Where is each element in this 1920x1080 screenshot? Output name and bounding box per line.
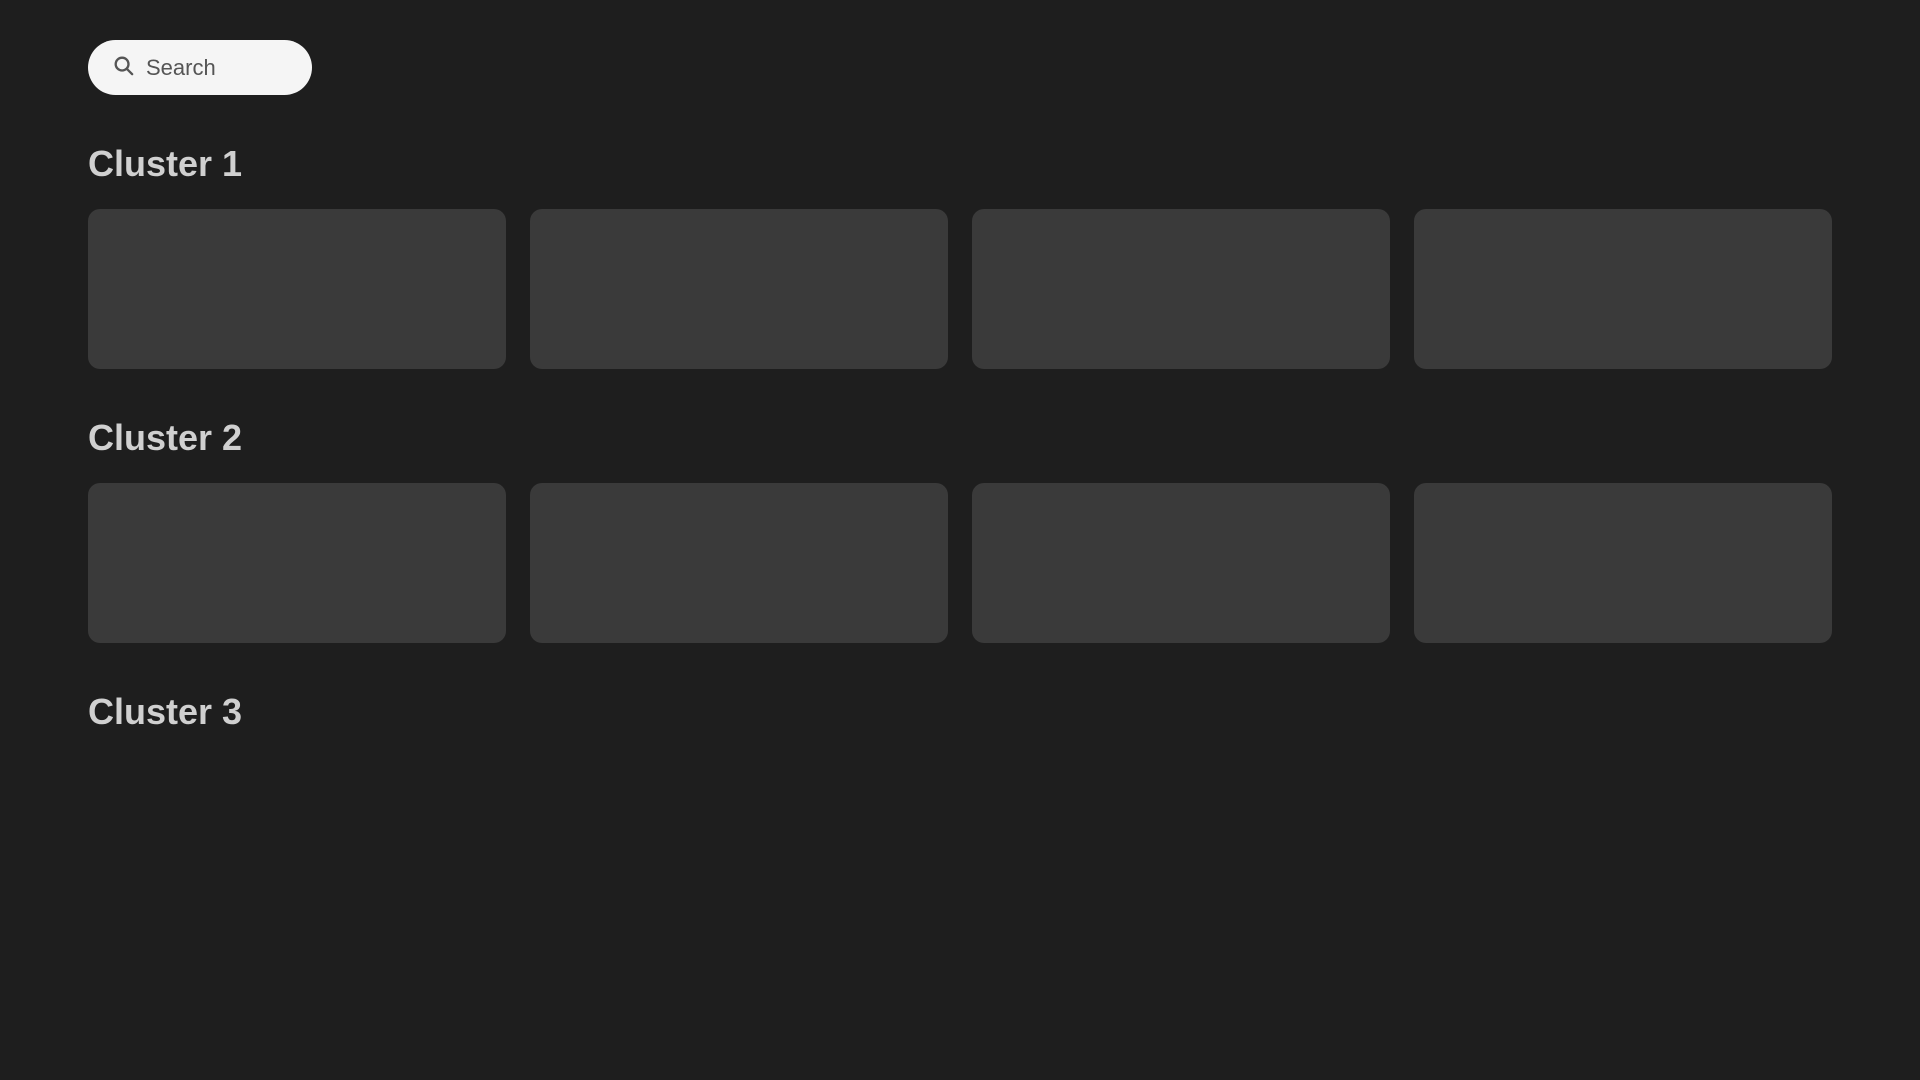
cluster-2-card-1[interactable] [88, 483, 506, 643]
cluster-1-card-3[interactable] [972, 209, 1390, 369]
cluster-section-2: Cluster 2 [88, 417, 1832, 643]
search-icon [112, 54, 134, 81]
cluster-1-title: Cluster 1 [88, 143, 1832, 185]
search-bar[interactable]: Search [88, 40, 312, 95]
cluster-section-3: Cluster 3 [88, 691, 1832, 733]
cluster-3-title: Cluster 3 [88, 691, 1832, 733]
cluster-section-1: Cluster 1 [88, 143, 1832, 369]
cluster-1-grid [88, 209, 1832, 369]
cluster-2-title: Cluster 2 [88, 417, 1832, 459]
cluster-2-card-2[interactable] [530, 483, 948, 643]
cluster-1-card-2[interactable] [530, 209, 948, 369]
cluster-2-card-4[interactable] [1414, 483, 1832, 643]
cluster-2-grid [88, 483, 1832, 643]
cluster-2-card-3[interactable] [972, 483, 1390, 643]
cluster-1-card-1[interactable] [88, 209, 506, 369]
main-container: Search Cluster 1 Cluster 2 Cluster 3 [0, 0, 1920, 821]
cluster-1-card-4[interactable] [1414, 209, 1832, 369]
search-input-label: Search [146, 55, 216, 81]
